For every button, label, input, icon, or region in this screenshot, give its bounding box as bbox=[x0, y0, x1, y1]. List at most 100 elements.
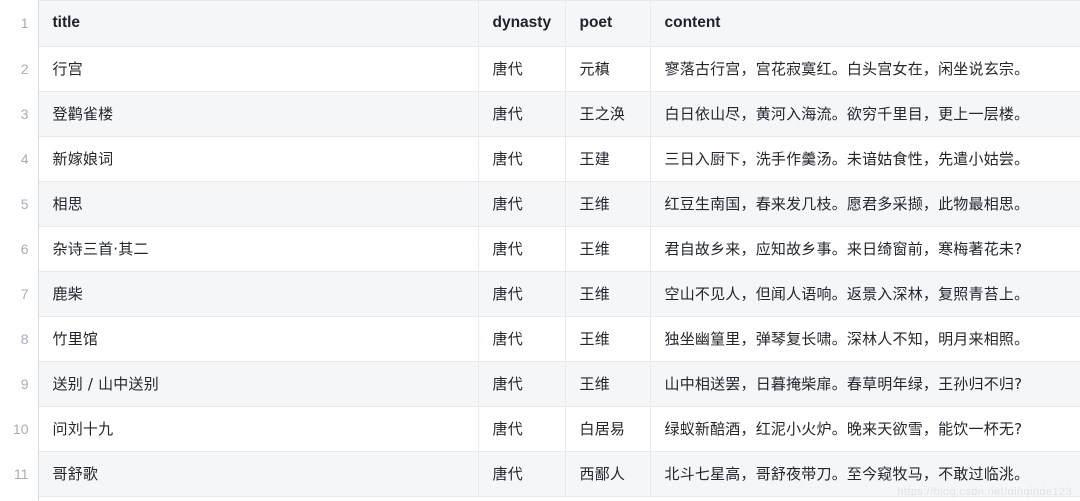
row-number[interactable]: 4 bbox=[0, 136, 39, 181]
cell-dynasty[interactable]: 唐代 bbox=[478, 271, 566, 317]
cell-title[interactable]: 哥舒歌 bbox=[38, 451, 479, 497]
table-row[interactable]: 9 送别 / 山中送别 唐代 王维 山中相送罢，日暮掩柴扉。春草明年绿，王孙归不… bbox=[0, 361, 1080, 407]
cell-content[interactable]: 空山不见人，但闻人语响。返景入深林，复照青苔上。 bbox=[650, 271, 1080, 317]
cell-title-text: 新嫁娘词 bbox=[52, 150, 114, 168]
cell-poet-text: 西鄙人 bbox=[579, 465, 626, 483]
cell-dynasty[interactable]: 唐代 bbox=[478, 136, 566, 182]
cell-content[interactable]: 寥落古行宫，宫花寂寞红。白头宫女在，闲坐说玄宗。 bbox=[650, 46, 1080, 92]
table-body: 2 行宫 唐代 元稹 寥落古行宫，宫花寂寞红。白头宫女在，闲坐说玄宗。 3 登鹳… bbox=[0, 46, 1080, 497]
cell-content-text: 三日入厨下，洗手作羹汤。未谙姑食性，先遣小姑尝。 bbox=[664, 150, 1030, 168]
header-row: 1 title dynasty poet content bbox=[0, 0, 1080, 47]
cell-content-text: 君自故乡来，应知故乡事。来日绮窗前，寒梅著花未? bbox=[664, 240, 1023, 258]
row-number[interactable]: 11 bbox=[0, 451, 39, 496]
cell-dynasty[interactable]: 唐代 bbox=[478, 181, 566, 227]
cell-content-text: 红豆生南国，春来发几枝。愿君多采撷，此物最相思。 bbox=[664, 195, 1030, 213]
cell-title[interactable]: 登鹳雀楼 bbox=[38, 91, 479, 137]
cell-content-text: 绿蚁新醅酒，红泥小火炉。晚来天欲雪，能饮一杯无? bbox=[664, 420, 1023, 438]
cell-dynasty-text: 唐代 bbox=[492, 150, 523, 168]
cell-title-text: 送别 / 山中送别 bbox=[52, 375, 159, 393]
table-row[interactable]: 5 相思 唐代 王维 红豆生南国，春来发几枝。愿君多采撷，此物最相思。 bbox=[0, 181, 1080, 227]
cell-dynasty-text: 唐代 bbox=[492, 420, 523, 438]
cell-dynasty-text: 唐代 bbox=[492, 195, 523, 213]
cell-dynasty[interactable]: 唐代 bbox=[478, 361, 566, 407]
cell-content[interactable]: 三日入厨下，洗手作羹汤。未谙姑食性，先遣小姑尝。 bbox=[650, 136, 1080, 182]
table-row[interactable]: 2 行宫 唐代 元稹 寥落古行宫，宫花寂寞红。白头宫女在，闲坐说玄宗。 bbox=[0, 46, 1080, 92]
column-header-dynasty[interactable]: dynasty bbox=[478, 0, 566, 47]
cell-poet[interactable]: 王之涣 bbox=[565, 91, 651, 137]
cell-poet-text: 王维 bbox=[579, 195, 610, 213]
cell-title-text: 哥舒歌 bbox=[52, 465, 99, 483]
row-number[interactable]: 2 bbox=[0, 46, 39, 91]
table-row[interactable]: 8 竹里馆 唐代 王维 独坐幽篁里，弹琴复长啸。深林人不知，明月来相照。 bbox=[0, 316, 1080, 362]
table-row[interactable]: 7 鹿柴 唐代 王维 空山不见人，但闻人语响。返景入深林，复照青苔上。 bbox=[0, 271, 1080, 317]
row-number[interactable]: 7 bbox=[0, 271, 39, 316]
cell-title-text: 登鹳雀楼 bbox=[52, 105, 114, 123]
cell-title[interactable]: 杂诗三首·其二 bbox=[38, 226, 479, 272]
column-header-poet[interactable]: poet bbox=[565, 0, 651, 47]
cell-dynasty-text: 唐代 bbox=[492, 465, 523, 483]
row-number[interactable]: 8 bbox=[0, 316, 39, 361]
watermark: https://blog.csdn.net/qinqinde123 bbox=[897, 486, 1072, 498]
cell-dynasty-text: 唐代 bbox=[492, 60, 523, 78]
cell-content[interactable]: 山中相送罢，日暮掩柴扉。春草明年绿，王孙归不归? bbox=[650, 361, 1080, 407]
cell-poet-text: 王维 bbox=[579, 375, 610, 393]
cell-content[interactable]: 独坐幽篁里，弹琴复长啸。深林人不知，明月来相照。 bbox=[650, 316, 1080, 362]
cell-title-text: 鹿柴 bbox=[52, 285, 83, 303]
cell-title[interactable]: 行宫 bbox=[38, 46, 479, 92]
cell-poet-text: 王维 bbox=[579, 330, 610, 348]
cell-poet-text: 王建 bbox=[579, 150, 610, 168]
column-header-title[interactable]: title bbox=[38, 0, 479, 47]
column-header-content[interactable]: content bbox=[650, 0, 1080, 47]
table-row[interactable]: 3 登鹳雀楼 唐代 王之涣 白日依山尽，黄河入海流。欲穷千里目，更上一层楼。 bbox=[0, 91, 1080, 137]
cell-poet[interactable]: 王建 bbox=[565, 136, 651, 182]
cell-dynasty[interactable]: 唐代 bbox=[478, 46, 566, 92]
cell-poet-text: 王维 bbox=[579, 285, 610, 303]
cell-title-text: 相思 bbox=[52, 195, 83, 213]
cell-poet[interactable]: 元稹 bbox=[565, 46, 651, 92]
cell-content[interactable]: 君自故乡来，应知故乡事。来日绮窗前，寒梅著花未? bbox=[650, 226, 1080, 272]
table-row[interactable]: 6 杂诗三首·其二 唐代 王维 君自故乡来，应知故乡事。来日绮窗前，寒梅著花未? bbox=[0, 226, 1080, 272]
cell-content[interactable]: 绿蚁新醅酒，红泥小火炉。晚来天欲雪，能饮一杯无? bbox=[650, 406, 1080, 452]
row-number[interactable]: 5 bbox=[0, 181, 39, 226]
row-number[interactable]: 3 bbox=[0, 91, 39, 136]
cell-dynasty[interactable]: 唐代 bbox=[478, 451, 566, 497]
cell-poet[interactable]: 西鄙人 bbox=[565, 451, 651, 497]
cell-content[interactable]: 红豆生南国，春来发几枝。愿君多采撷，此物最相思。 bbox=[650, 181, 1080, 227]
row-number[interactable]: 9 bbox=[0, 361, 39, 406]
cell-title[interactable]: 竹里馆 bbox=[38, 316, 479, 362]
table-header: 1 title dynasty poet content bbox=[0, 0, 1080, 47]
cell-poet[interactable]: 白居易 bbox=[565, 406, 651, 452]
cell-dynasty-text: 唐代 bbox=[492, 285, 523, 303]
row-number[interactable]: 10 bbox=[0, 406, 39, 451]
cell-dynasty[interactable]: 唐代 bbox=[478, 91, 566, 137]
cell-title-text: 问刘十九 bbox=[52, 420, 114, 438]
table-row[interactable]: 10 问刘十九 唐代 白居易 绿蚁新醅酒，红泥小火炉。晚来天欲雪，能饮一杯无? bbox=[0, 406, 1080, 452]
cell-title[interactable]: 鹿柴 bbox=[38, 271, 479, 317]
cell-title[interactable]: 新嫁娘词 bbox=[38, 136, 479, 182]
spreadsheet-table-view: 1 title dynasty poet content 2 行宫 唐代 元稹 … bbox=[0, 0, 1080, 501]
cell-dynasty[interactable]: 唐代 bbox=[478, 406, 566, 452]
cell-title[interactable]: 相思 bbox=[38, 181, 479, 227]
cell-poet-text: 元稹 bbox=[579, 60, 610, 78]
cell-title-text: 杂诗三首·其二 bbox=[52, 240, 149, 258]
cell-title[interactable]: 问刘十九 bbox=[38, 406, 479, 452]
table-row[interactable]: 4 新嫁娘词 唐代 王建 三日入厨下，洗手作羹汤。未谙姑食性，先遣小姑尝。 bbox=[0, 136, 1080, 182]
cell-poet[interactable]: 王维 bbox=[565, 361, 651, 407]
cell-dynasty-text: 唐代 bbox=[492, 375, 523, 393]
cell-dynasty-text: 唐代 bbox=[492, 105, 523, 123]
row-number-header[interactable]: 1 bbox=[0, 0, 39, 46]
cell-poet[interactable]: 王维 bbox=[565, 316, 651, 362]
cell-dynasty[interactable]: 唐代 bbox=[478, 226, 566, 272]
cell-content-text: 独坐幽篁里，弹琴复长啸。深林人不知，明月来相照。 bbox=[664, 330, 1030, 348]
row-number[interactable]: 6 bbox=[0, 226, 39, 271]
cell-poet-text: 王维 bbox=[579, 240, 610, 258]
cell-poet[interactable]: 王维 bbox=[565, 226, 651, 272]
grid-left-rule bbox=[38, 0, 39, 501]
cell-content[interactable]: 白日依山尽，黄河入海流。欲穷千里目，更上一层楼。 bbox=[650, 91, 1080, 137]
cell-title[interactable]: 送别 / 山中送别 bbox=[38, 361, 479, 407]
cell-poet[interactable]: 王维 bbox=[565, 181, 651, 227]
cell-dynasty[interactable]: 唐代 bbox=[478, 316, 566, 362]
cell-poet-text: 白居易 bbox=[579, 420, 626, 438]
cell-poet[interactable]: 王维 bbox=[565, 271, 651, 317]
cell-dynasty-text: 唐代 bbox=[492, 240, 523, 258]
